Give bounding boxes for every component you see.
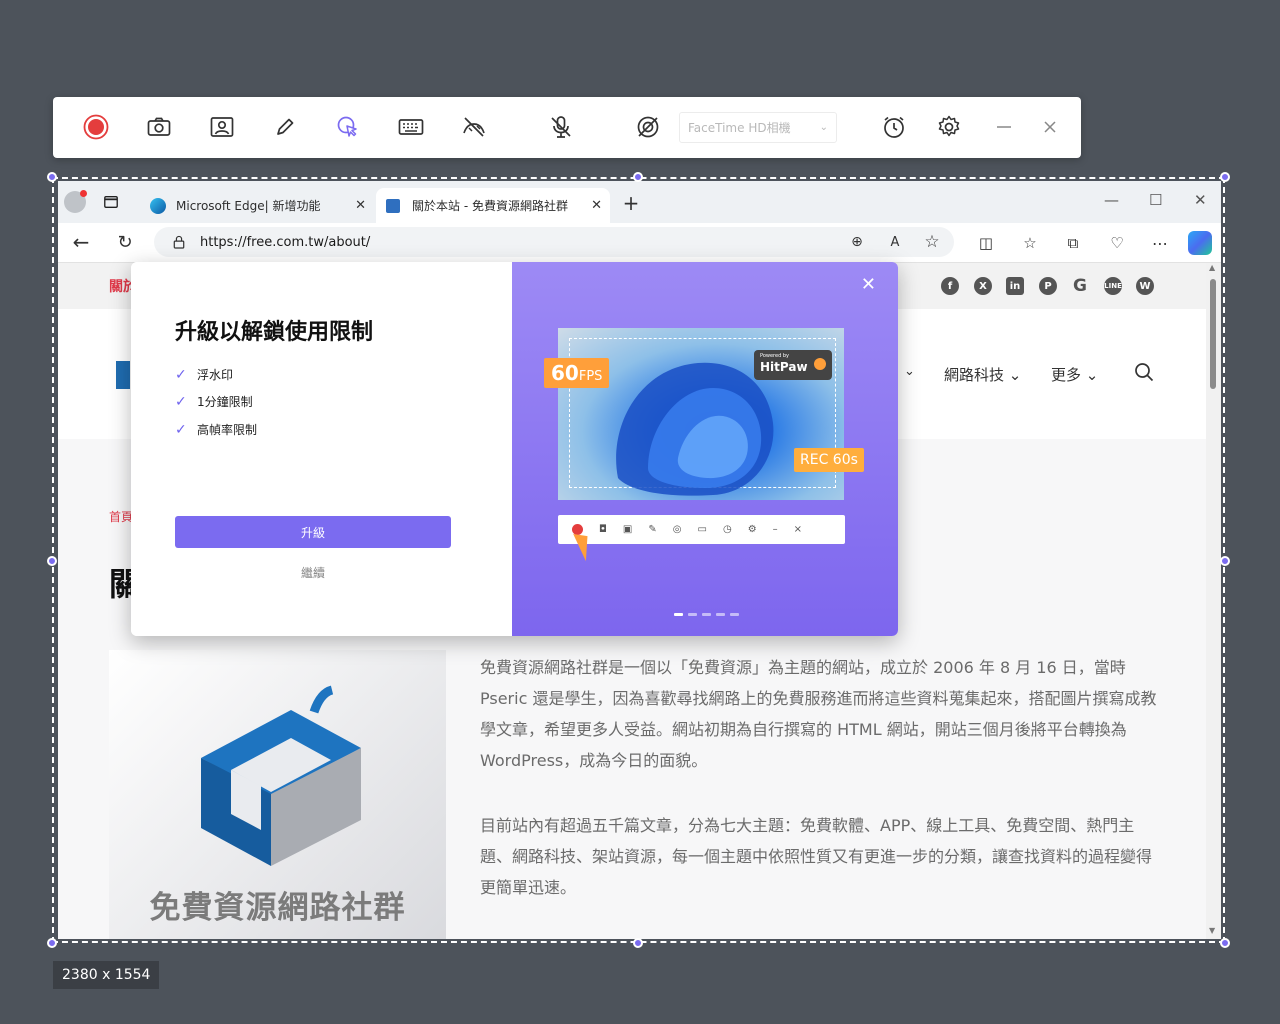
resize-handle-top-left[interactable] bbox=[47, 172, 57, 182]
fps-unit: FPS bbox=[578, 369, 603, 384]
fps-number: 60 bbox=[551, 361, 579, 385]
click-effect-button[interactable] bbox=[331, 110, 365, 144]
click-effect-icon: ◎ bbox=[672, 524, 682, 535]
webcam-button[interactable] bbox=[205, 110, 239, 144]
resize-handle-left[interactable] bbox=[47, 556, 57, 566]
close-icon: × bbox=[793, 524, 803, 535]
keyboard-icon: ▭ bbox=[697, 524, 707, 535]
timer-button[interactable] bbox=[877, 110, 911, 144]
slide-indicator[interactable] bbox=[674, 613, 739, 616]
camera-toggle-button[interactable] bbox=[631, 110, 665, 144]
brand-caption: Powered by bbox=[760, 353, 789, 359]
record-icon bbox=[83, 114, 109, 140]
pen-button[interactable] bbox=[268, 110, 302, 144]
pen-icon bbox=[277, 118, 294, 135]
feature-label: 高幀率限制 bbox=[197, 423, 258, 437]
settings-icon: ⚙ bbox=[747, 524, 757, 535]
camera-select[interactable]: FaceTime HD相機 ⌄ bbox=[679, 112, 837, 143]
promo-panel: ✕ Powered by HitPaw 60FPS REC 60s ◘ ▣ ✎ … bbox=[512, 262, 898, 636]
upgrade-dialog: 升級以解鎖使用限制 ✓ 浮水印 ✓ 1分鐘限制 ✓ 高幀率限制 升級 繼續 ✕ Pow… bbox=[131, 262, 898, 636]
camera-icon: ◘ bbox=[599, 524, 607, 535]
feature-label: 浮水印 bbox=[197, 368, 234, 382]
hitpaw-logo-icon bbox=[814, 358, 826, 370]
check-icon: ✓ bbox=[175, 421, 187, 438]
brand-name: HitPaw bbox=[760, 360, 808, 374]
slide-dot[interactable] bbox=[716, 613, 725, 616]
close-icon[interactable]: ✕ bbox=[861, 274, 876, 295]
resize-handle-top-right[interactable] bbox=[1220, 172, 1230, 182]
resize-handle-bottom-left[interactable] bbox=[47, 938, 57, 948]
recorder-toolbar: FaceTime HD相機 ⌄ bbox=[53, 97, 1081, 158]
camera-select-value: FaceTime HD相機 bbox=[688, 121, 791, 135]
feature-item: ✓ 1分鐘限制 bbox=[175, 393, 253, 410]
feature-item: ✓ 浮水印 bbox=[175, 366, 233, 383]
upgrade-button[interactable]: 升級 bbox=[175, 516, 451, 548]
capture-size-label: 2380 x 1554 bbox=[53, 961, 160, 989]
feature-label: 1分鐘限制 bbox=[197, 395, 253, 409]
mic-button[interactable] bbox=[544, 110, 578, 144]
webcam-icon bbox=[210, 117, 234, 137]
check-icon: ✓ bbox=[175, 366, 187, 383]
minimize-icon: – bbox=[772, 524, 778, 535]
keyboard-button[interactable] bbox=[394, 110, 428, 144]
fps-badge: 60FPS bbox=[544, 358, 610, 388]
screenshot-button[interactable] bbox=[142, 110, 176, 144]
upgrade-dialog-content: 升級以解鎖使用限制 ✓ 浮水印 ✓ 1分鐘限制 ✓ 高幀率限制 升級 繼續 bbox=[131, 262, 512, 636]
resize-handle-bottom-right[interactable] bbox=[1220, 938, 1230, 948]
timer-icon bbox=[884, 116, 904, 138]
record-button[interactable] bbox=[79, 110, 113, 144]
cursor-off-icon bbox=[637, 116, 659, 138]
resize-handle-bottom[interactable] bbox=[633, 938, 643, 948]
slide-dot[interactable] bbox=[730, 613, 739, 616]
continue-link[interactable]: 繼續 bbox=[175, 564, 451, 581]
minimize-button[interactable] bbox=[987, 110, 1021, 144]
hide-cursor-icon bbox=[463, 117, 485, 137]
timer-icon: ◷ bbox=[722, 524, 732, 535]
dialog-title: 升級以解鎖使用限制 bbox=[175, 320, 374, 345]
settings-button[interactable] bbox=[932, 110, 966, 144]
slide-dot[interactable] bbox=[674, 613, 683, 616]
hide-cursor-button[interactable] bbox=[457, 110, 491, 144]
rec-badge: REC 60s bbox=[794, 448, 864, 472]
camera-icon bbox=[147, 117, 171, 136]
pen-icon: ✎ bbox=[648, 524, 657, 535]
webcam-icon: ▣ bbox=[622, 524, 633, 535]
mic-off-icon bbox=[551, 116, 571, 138]
close-icon bbox=[1044, 121, 1056, 133]
close-button[interactable] bbox=[1033, 110, 1067, 144]
promo-toolbar-preview: ◘ ▣ ✎ ◎ ▭ ◷ ⚙ – × bbox=[558, 515, 845, 544]
feature-item: ✓ 高幀率限制 bbox=[175, 421, 257, 438]
resize-handle-right[interactable] bbox=[1220, 556, 1230, 566]
keyboard-icon bbox=[398, 119, 424, 135]
resize-handle-top[interactable] bbox=[633, 172, 643, 182]
slide-dot[interactable] bbox=[688, 613, 697, 616]
minimize-icon bbox=[997, 126, 1011, 128]
settings-icon bbox=[938, 115, 960, 137]
chevron-down-icon: ⌄ bbox=[819, 122, 828, 133]
slide-dot[interactable] bbox=[702, 613, 711, 616]
check-icon: ✓ bbox=[175, 393, 187, 410]
click-effect-icon bbox=[337, 116, 357, 137]
hitpaw-badge: Powered by HitPaw bbox=[754, 350, 832, 380]
